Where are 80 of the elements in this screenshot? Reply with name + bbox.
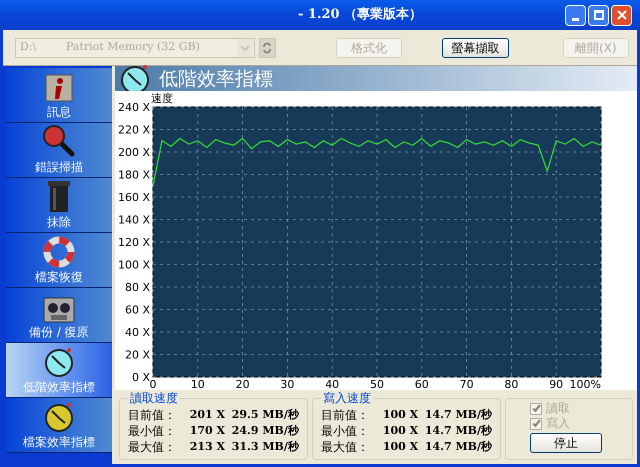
minimize-button[interactable] — [565, 4, 586, 26]
sidebar-item[interactable]: 低階效率指標 — [6, 343, 112, 398]
stat-rate: 24.9 MB/秒 — [232, 423, 299, 439]
y-tick-label: 220 X — [118, 124, 150, 136]
y-tick-label: 140 X — [118, 214, 150, 226]
sidebar-item[interactable]: 錯誤掃描 — [6, 123, 112, 178]
y-tick-label: 40 X — [124, 326, 150, 339]
stat-label: 目前值： — [320, 407, 370, 423]
x-tick-label: 100% — [569, 378, 601, 389]
stat-multiplier: 201 X — [190, 407, 226, 423]
stat-rate: 14.7 MB/秒 — [424, 439, 492, 455]
sidebar-label: 訊息 — [46, 105, 71, 120]
window-title: - 1.20 （專業版本） — [298, 6, 422, 24]
stat-rate: 14.7 MB/秒 — [424, 423, 492, 439]
x-tick-label: 40 — [324, 378, 339, 389]
y-tick-label: 20 X — [124, 348, 150, 362]
sidebar-item[interactable]: 訊息 — [6, 68, 112, 123]
sidebar-item[interactable]: 備份 / 復原 — [6, 288, 112, 343]
y-axis-label: 速度 — [150, 92, 173, 105]
stat-rate: 14.7 MB/秒 — [424, 407, 492, 423]
y-tick-label: 0 X — [132, 371, 150, 384]
x-tick-label: 50 — [370, 378, 384, 389]
sidebar-item[interactable]: 抹除 — [6, 178, 112, 233]
stat-multiplier: 100 X — [382, 423, 420, 439]
x-tick-label: 80 — [504, 378, 518, 389]
group-title: 寫入速度 — [320, 391, 373, 405]
x-tick-label: 30 — [280, 378, 294, 389]
y-tick-label: 180 X — [118, 168, 150, 182]
cassette-icon — [42, 297, 75, 323]
y-tick-label: 60 X — [124, 304, 150, 316]
stop-button[interactable]: 停止 — [530, 433, 602, 453]
stat-label: 最大值： — [320, 439, 370, 455]
x-tick-label: 10 — [190, 378, 205, 389]
y-tick-label: 120 X — [118, 236, 150, 249]
lifebuoy-icon — [42, 236, 75, 268]
stat-multiplier: 100 X — [382, 439, 420, 455]
stat-multiplier: 100 X — [382, 407, 420, 423]
y-tick-label: 200 X — [118, 146, 150, 159]
magnifier-icon — [42, 124, 76, 158]
stopwatch-icon — [42, 401, 75, 433]
sidebar-label: 低階效率指標 — [22, 380, 95, 395]
y-tick-label: 240 X — [118, 101, 150, 114]
checkbox-label: 讀取 — [546, 401, 570, 416]
close-button[interactable] — [611, 4, 632, 26]
y-tick-label: 80 X — [124, 281, 150, 294]
stat-label: 最大值： — [128, 439, 177, 455]
x-tick-label: 20 — [235, 378, 250, 389]
trash-can-icon — [46, 179, 71, 213]
stat-multiplier: 213 X — [190, 439, 226, 455]
info-icon — [44, 73, 74, 103]
x-tick-label: 90 — [548, 378, 563, 389]
sidebar-label: 備份 / 復原 — [29, 325, 89, 340]
close-icon — [616, 10, 626, 20]
maximize-button[interactable] — [588, 4, 609, 26]
x-tick-label: 60 — [414, 378, 429, 389]
stat-label: 最小值： — [320, 423, 370, 439]
stopwatch-icon — [42, 346, 75, 378]
x-tick-label: 70 — [459, 378, 474, 389]
refresh-icon — [262, 40, 272, 54]
refresh-button[interactable] — [258, 38, 276, 58]
x-tick-label: 0 — [149, 378, 156, 389]
toolbar-button[interactable]: 螢幕擷取 — [442, 38, 508, 58]
device-name: Patriot Memory (32 GB) — [66, 39, 201, 56]
sidebar-label: 抹除 — [46, 215, 71, 230]
y-tick-label: 160 X — [118, 191, 150, 204]
sidebar-item[interactable]: 檔案效率指標 — [6, 398, 112, 453]
sidebar-label: 錯誤掃描 — [34, 160, 83, 175]
y-tick-label: 100 X — [118, 258, 150, 272]
stat-label: 目前值： — [128, 407, 177, 423]
group-title: 讀取速度 — [128, 391, 180, 405]
sidebar-item[interactable]: 檔案恢復 — [6, 233, 112, 288]
sidebar-label: 檔案效率指標 — [22, 435, 95, 450]
sidebar-label: 檔案恢復 — [34, 270, 83, 285]
panel-title: 低階效率指標 — [158, 68, 273, 90]
stat-multiplier: 170 X — [190, 423, 226, 439]
stat-rate: 29.5 MB/秒 — [232, 407, 299, 423]
stat-label: 最小值： — [128, 423, 177, 439]
checkbox-label: 寫入 — [546, 416, 570, 431]
stat-rate: 31.3 MB/秒 — [232, 439, 299, 455]
drive-letter: D:\ — [19, 39, 38, 56]
